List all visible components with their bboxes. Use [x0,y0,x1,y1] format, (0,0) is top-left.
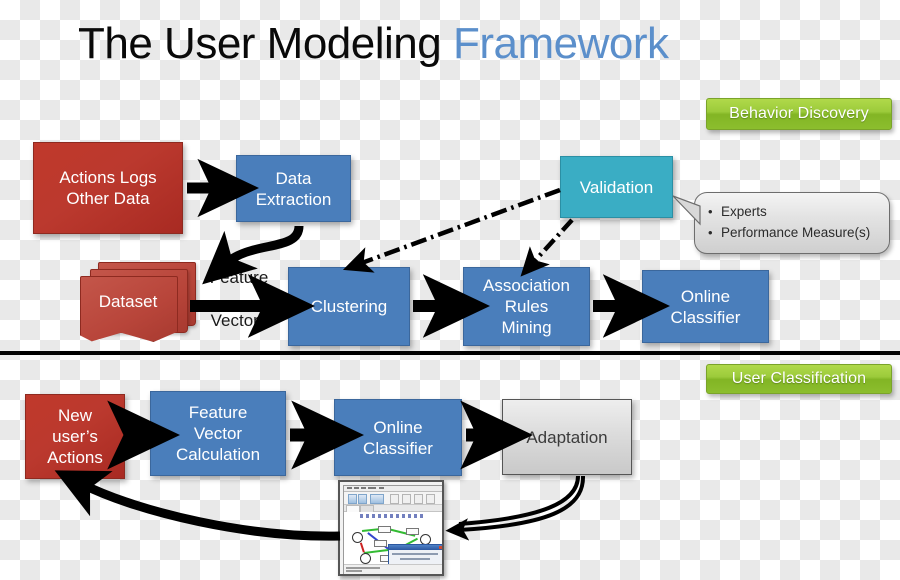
node-online-classifier-top[interactable]: Online Classifier [642,270,769,343]
arrow-adaptation-to-screenshot-inner [458,475,580,526]
arrow-validation-to-association [520,218,574,277]
thumbnail-dialog-close-icon [439,546,442,549]
callout-list: Experts Performance Measure(s) [705,201,883,243]
badge-behavior-discovery[interactable]: Behavior Discovery [706,98,892,130]
arrow-feedback-to-newuser [54,470,341,541]
section-divider [0,351,900,355]
node-data-extraction[interactable]: Data Extraction [236,155,351,222]
node-clustering[interactable]: Clustering [288,267,410,346]
callout-validation-details: Experts Performance Measure(s) [694,192,890,254]
application-window-screenshot-thumbnail-icon[interactable] [338,480,444,576]
arrow-clustering-to-validation [342,187,561,273]
thumbnail-dialog-titlebar [389,545,442,550]
thumbnail-tabs [344,505,442,512]
callout-item-performance-measures: Performance Measure(s) [708,222,883,243]
node-feature-vector-calculation[interactable]: Feature Vector Calculation [150,391,286,476]
node-association-rules-mining[interactable]: Association Rules Mining [463,267,590,346]
edge-label-vectors: Vectors [210,311,268,330]
dataset-stack-layer-1 [80,276,178,342]
node-actions-logs-other-data[interactable]: Actions Logs Other Data [33,142,183,234]
page-title-accent: Framework [441,19,669,68]
thumbnail-formula-bar [360,514,426,518]
node-dataset[interactable]: Dataset [78,262,196,346]
page-title-primary: The User Modeling [78,19,442,68]
thumbnail-statusbar [344,564,442,574]
diagram-canvas: The User Modeling Framework Behavior Dis… [0,0,900,580]
page-title: The User Modeling Framework [78,16,669,72]
arrow-data-extraction-to-dataset [202,225,304,285]
edge-label-feature: Feature [209,268,269,287]
node-adaptation[interactable]: Adaptation [502,399,632,475]
callout-item-experts: Experts [708,201,883,222]
thumbnail-window-body [343,485,442,574]
node-validation[interactable]: Validation [560,156,673,218]
badge-user-classification[interactable]: User Classification [706,364,892,394]
arrow-adaptation-to-screenshot-outer [445,475,586,541]
thumbnail-toolbar [344,492,442,505]
node-online-classifier-bottom[interactable]: Online Classifier [334,399,462,476]
node-new-users-actions[interactable]: New user’s Actions [25,394,125,479]
